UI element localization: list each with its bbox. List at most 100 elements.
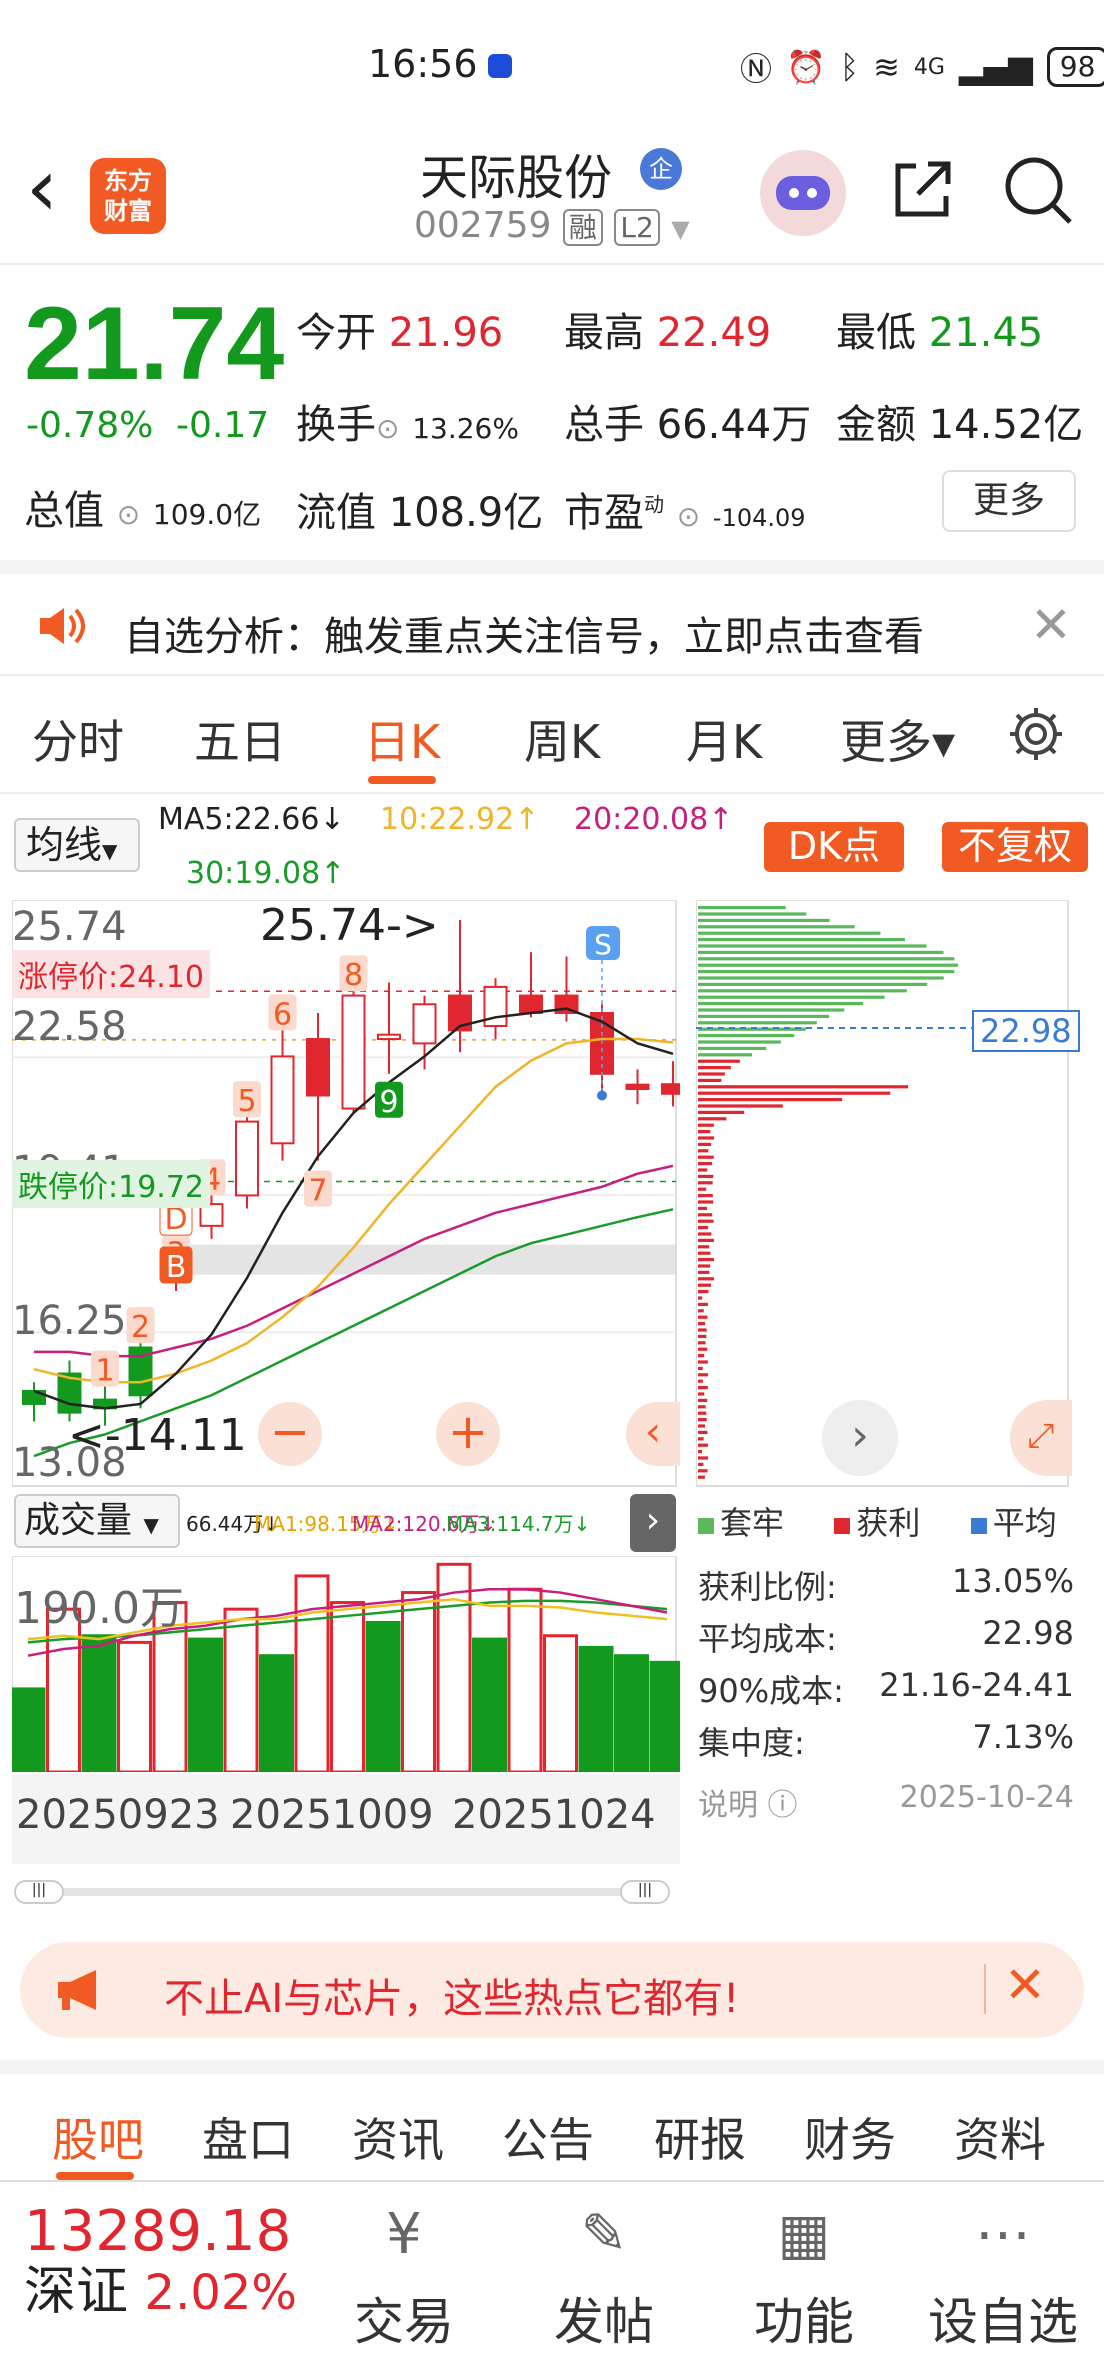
tab-research[interactable]: 研报 <box>654 2104 746 2170</box>
chip-bar <box>698 1110 745 1114</box>
avg-cost-label: 22.98 <box>972 1010 1080 1052</box>
divider <box>984 1964 986 2014</box>
settings-gear-icon[interactable] <box>1006 704 1066 768</box>
tab-intraday[interactable]: 分时 <box>32 706 124 772</box>
chip-bar <box>698 1091 891 1095</box>
chip-bar <box>698 1424 706 1428</box>
indicator-select[interactable]: 成交量 ▼ <box>14 1494 180 1548</box>
pe-value: -104.09 <box>712 504 806 532</box>
float-value: 108.9亿 <box>388 490 544 536</box>
back-icon[interactable]: ‹ <box>26 148 58 228</box>
index-name: 深证 <box>24 2262 129 2322</box>
zoom-in-button[interactable]: + <box>436 1402 500 1466</box>
chip-bar <box>698 1322 706 1326</box>
adjust-button[interactable]: 不复权 <box>942 822 1088 872</box>
chip-bar <box>698 1021 817 1025</box>
candle-body <box>235 1120 259 1197</box>
slider-right-handle[interactable]: ||| <box>620 1880 670 1904</box>
nav-functions[interactable]: ▦ 功能 <box>744 2202 864 2354</box>
volume-bar <box>223 1607 259 1774</box>
chip-bar <box>698 1328 707 1332</box>
chip-footer: 说明 ⓘ 2025-10-24 <box>698 1780 1074 1824</box>
promo-banner[interactable]: 不止AI与芯片，这些热点它都有! ✕ <box>20 1942 1084 2038</box>
signal-letter: B <box>166 1250 187 1285</box>
volume-row: 总手 66.44万 <box>564 392 811 450</box>
close-icon[interactable]: ✕ <box>1004 1956 1046 2014</box>
dk-button[interactable]: DK点 <box>764 822 904 872</box>
tab-forum[interactable]: 股吧 <box>52 2104 144 2170</box>
tab-finance[interactable]: 财务 <box>804 2104 896 2170</box>
tab-more[interactable]: 更多▾ <box>840 706 955 772</box>
info-icon[interactable]: ⊙ <box>117 498 140 531</box>
dropdown-icon[interactable]: ▼ <box>671 215 689 243</box>
candle-body <box>412 1003 437 1045</box>
close-icon[interactable]: ✕ <box>1030 596 1072 654</box>
indicator-next-button[interactable]: › <box>630 1494 676 1552</box>
nav-post[interactable]: ✎ 发帖 <box>544 2202 664 2354</box>
volume-bar <box>507 1587 543 1774</box>
chip-bar <box>698 1206 707 1210</box>
candle-body <box>270 1055 295 1145</box>
chips-frame <box>695 899 1069 1487</box>
tab-announcements[interactable]: 公告 <box>502 2104 594 2170</box>
pe-label: 市盈 <box>564 490 644 536</box>
nav-trade[interactable]: ¥ 交易 <box>344 2202 464 2354</box>
tab-daily-k[interactable]: 日K <box>364 706 440 772</box>
mktcap-label: 总值 <box>24 488 104 534</box>
chip-bar <box>698 1213 713 1217</box>
bottom-nav: 13289.18 深证 2.02% ¥ 交易 ✎ 发帖 ▦ 功能 ⋯ 设自选 <box>0 2180 1104 2376</box>
tab-monthly-k[interactable]: 月K <box>686 706 762 772</box>
dropdown-icon: ▼ <box>143 1513 159 1537</box>
search-icon[interactable] <box>1000 152 1076 232</box>
analysis-banner[interactable]: 自选分析：触发重点关注信号，立即点击查看 ✕ <box>0 560 1104 676</box>
pe-row: 市盈动 ⊙ -104.09 <box>564 480 806 538</box>
volume-chart[interactable]: 190.0万 <box>10 1555 685 1774</box>
more-button[interactable]: 更多 <box>942 470 1076 532</box>
chip-bar <box>698 1098 843 1102</box>
chip-next-button[interactable]: › <box>822 1400 898 1476</box>
tab-five-day[interactable]: 五日 <box>194 706 286 772</box>
index-ticker[interactable]: 13289.18 深证 2.02% <box>24 2202 297 2323</box>
info-icon[interactable]: ⊙ <box>376 412 399 445</box>
chip-bar <box>698 1136 715 1140</box>
share-icon[interactable] <box>888 154 958 228</box>
kline-chart[interactable]: 123456789BDS 25.74 22.58 19.41 16.25 13.… <box>11 899 685 1488</box>
index-change: 2.02% <box>144 2265 298 2321</box>
ma-select[interactable]: 均线▼ <box>14 818 140 872</box>
chip-bar <box>698 1302 708 1306</box>
turnover-row: 换手⊙ 13.26% <box>296 392 519 450</box>
tab-profile[interactable]: 资料 <box>954 2104 1046 2170</box>
zoom-out-button[interactable]: − <box>258 1402 322 1466</box>
tab-orderbook[interactable]: 盘口 <box>202 2104 294 2170</box>
stat-value: 21.16-24.41 <box>879 1666 1074 1704</box>
chip-bar <box>698 1270 710 1274</box>
current-price: 21.74 <box>24 286 285 402</box>
chip-bar <box>698 1034 795 1038</box>
ma30-label: 30:19.08↑ <box>186 856 346 891</box>
nav-add-watchlist[interactable]: ⋯ 设自选 <box>918 2202 1088 2354</box>
volume-bar <box>649 1660 685 1774</box>
range-slider[interactable]: ||| ||| <box>14 1880 674 1904</box>
chip-bar <box>698 1379 703 1383</box>
active-tab-indicator <box>56 2172 134 2180</box>
megaphone-icon <box>54 1968 110 2016</box>
vol-max-label: 190.0万 <box>14 1583 184 1634</box>
signal-number: 1 <box>95 1354 114 1389</box>
assistant-avatar[interactable] <box>760 150 846 236</box>
amount-label: 金额 <box>836 402 916 448</box>
stock-header: ‹ 东方 财富 天际股份 企 002759 融 L2 ▼ <box>0 130 1104 265</box>
signal-marker: 8 <box>339 955 368 993</box>
chip-bar <box>698 976 944 980</box>
float-label: 流值 <box>296 490 376 536</box>
tab-weekly-k[interactable]: 周K <box>524 706 600 772</box>
info-icon[interactable]: ⊙ <box>677 500 700 533</box>
chip-bar <box>698 1334 707 1338</box>
tab-news[interactable]: 资讯 <box>352 2104 444 2170</box>
nfc-icon: Ⓝ <box>740 50 773 88</box>
banner-text: 自选分析：触发重点关注信号，立即点击查看 <box>124 614 924 660</box>
stat-value: 13.05% <box>951 1562 1074 1600</box>
slider-left-handle[interactable]: ||| <box>14 1880 64 1904</box>
chip-note[interactable]: 说明 ⓘ <box>698 1780 798 1824</box>
l2-tag: L2 <box>614 209 660 246</box>
legend-average: 平均 <box>992 1504 1057 1542</box>
